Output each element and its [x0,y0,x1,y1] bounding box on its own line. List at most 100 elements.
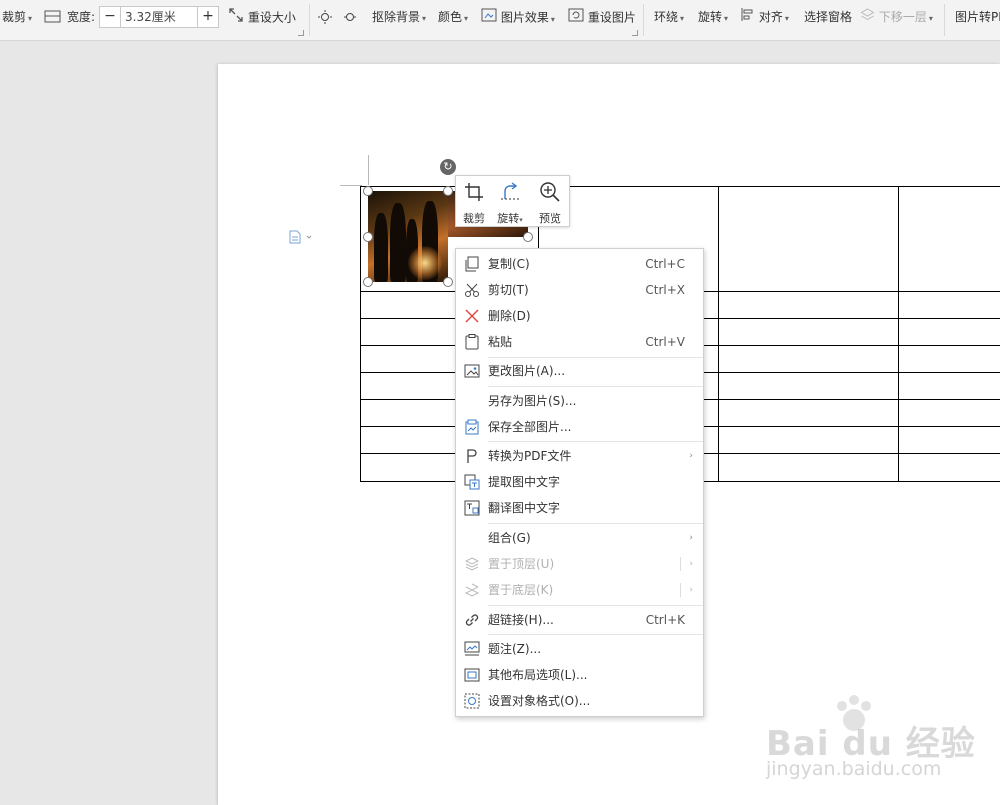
width-decrease-button[interactable]: − [100,7,121,27]
menu-item-translate-text[interactable]: 翻译图中文字 [456,496,703,520]
color-button[interactable]: 颜色 ▾ [438,7,468,27]
menu-item-paste[interactable]: 粘贴 Ctrl+V [456,330,703,354]
crop-guide [368,155,369,185]
picture-to-pdf-button[interactable]: 图片转PDF [955,7,1000,27]
crop-icon [465,183,483,201]
menu-item-send-to-back[interactable]: 置于底层(K) › [456,578,703,602]
quick-rotate-label: 旋转▾ [497,212,523,225]
send-backward-button[interactable]: 下移一层 ▾ [860,7,933,27]
menu-separator [488,441,703,442]
width-stepper[interactable]: − 3.32厘米 + [99,6,219,28]
reset-picture-icon [568,7,584,29]
width-increase-button[interactable]: + [197,7,218,27]
menu-separator [488,386,703,387]
menu-item-copy[interactable]: 复制(C) Ctrl+C [456,252,703,276]
quick-crop-button[interactable]: 裁剪 [456,178,492,225]
delete-icon [465,309,479,323]
extract-text-icon [464,474,480,490]
paragraph-anchor-icon[interactable] [288,230,314,247]
table-border [360,186,361,482]
dropdown-arrow-icon: ▾ [28,14,33,23]
quick-rotate-button[interactable]: 旋转▾ [492,178,528,225]
selection-pane-button[interactable]: 选择窗格 [804,7,852,27]
menu-item-change-picture[interactable]: 更改图片(A)... [456,359,703,383]
submenu-arrow-icon: › [689,451,693,461]
dropdown-arrow-icon: ▾ [928,14,933,23]
separator [309,4,310,36]
zoom-in-icon [540,182,560,202]
menu-item-caption[interactable]: 题注(Z)... [456,637,703,661]
menu-separator [488,357,703,358]
copy-icon [465,256,479,272]
format-object-icon [464,693,480,709]
table-border [898,186,899,482]
align-icon [740,7,755,28]
menu-item-layout-options[interactable]: 其他布局选项(L)... [456,663,703,687]
dropdown-arrow-icon: ▾ [680,14,685,23]
remove-background-button[interactable]: 抠除背景 ▾ [372,7,426,27]
group-launcher-icon[interactable] [298,30,304,36]
width-value[interactable]: 3.32厘米 [125,7,176,27]
pdf-icon [467,449,477,463]
reset-size-button[interactable]: 重设大小 [228,7,296,27]
image-quick-toolbar: 裁剪 旋转▾ 预览 [455,175,570,227]
table-border [718,186,719,482]
resize-handle-e[interactable] [523,232,533,242]
resize-handle-s[interactable] [443,277,453,287]
crop-guide [340,185,362,186]
menu-item-hyperlink[interactable]: 超链接(H)... Ctrl+K [456,608,703,632]
brightness-down-icon[interactable] [343,10,357,27]
group-launcher-icon[interactable] [632,30,638,36]
submenu-arrow-icon: › [689,559,693,569]
rotate-button[interactable]: 旋转 ▾ [698,7,728,27]
image-figure [374,213,388,282]
layout-options-icon [464,668,480,682]
width-label: 宽度: [67,10,96,24]
send-to-back-icon [464,583,480,597]
resize-handle-nw[interactable] [363,186,373,196]
picture-effects-button[interactable]: 图片效果 ▾ [481,7,555,27]
rotate-icon [501,182,519,200]
menu-separator [488,605,703,606]
bring-to-front-icon [464,557,480,571]
submenu-arrow-icon: › [689,533,693,543]
scissors-icon [465,283,479,297]
save-pictures-icon [465,419,479,435]
align-button[interactable]: 对齐 ▾ [740,7,789,27]
menu-item-convert-to-pdf[interactable]: 转换为PDF文件 › [456,444,703,468]
split-divider [680,557,681,571]
menu-item-cut[interactable]: 剪切(T) Ctrl+X [456,278,703,302]
dropdown-arrow-icon: ▾ [550,14,555,24]
quick-preview-button[interactable]: 预览 [532,178,568,225]
crop-button[interactable]: 裁剪 ▾ [2,7,32,27]
submenu-arrow-icon: › [689,585,693,595]
menu-item-bring-to-front[interactable]: 置于顶层(U) › [456,552,703,576]
reset-picture-button[interactable]: 重设图片 [568,7,636,27]
resize-handle-sw[interactable] [363,277,373,287]
menu-item-extract-text[interactable]: 提取图中文字 [456,470,703,494]
caption-icon [464,641,480,656]
menu-item-group[interactable]: 组合(G) › [456,526,703,550]
wrap-text-button[interactable]: 环绕 ▾ [654,7,684,27]
resize-handle-w[interactable] [363,232,373,242]
image-figure [390,203,406,282]
change-picture-icon [464,364,480,378]
separator [944,4,945,36]
menu-item-delete[interactable]: 删除(D) [456,304,703,328]
menu-item-format-object[interactable]: 设置对象格式(O)... [456,689,703,713]
link-icon [465,614,479,626]
dropdown-arrow-icon: ▾ [422,14,427,23]
menu-item-save-all-pictures[interactable]: 保存全部图片... [456,415,703,439]
selected-image[interactable] [368,191,448,282]
layers-icon [860,7,875,28]
baidu-jingyan-watermark: Bai du 经验 jingyan.baidu.com [766,690,1000,790]
separator [643,4,644,36]
menu-item-save-as-picture[interactable]: 另存为图片(S)... [456,389,703,413]
paste-icon [465,334,479,350]
resize-handle-n[interactable] [443,186,453,196]
picture-effects-icon [481,7,497,29]
brightness-up-icon[interactable] [318,10,332,27]
picture-tools-ribbon: 裁剪 ▾ 宽度: − 3.32厘米 + 重设大小 抠除背景 ▾ 颜色 ▾ 图片效果 ▾ [0,0,1000,41]
translate-icon [464,500,480,516]
rotate-handle-icon[interactable]: ↻ [440,159,456,175]
